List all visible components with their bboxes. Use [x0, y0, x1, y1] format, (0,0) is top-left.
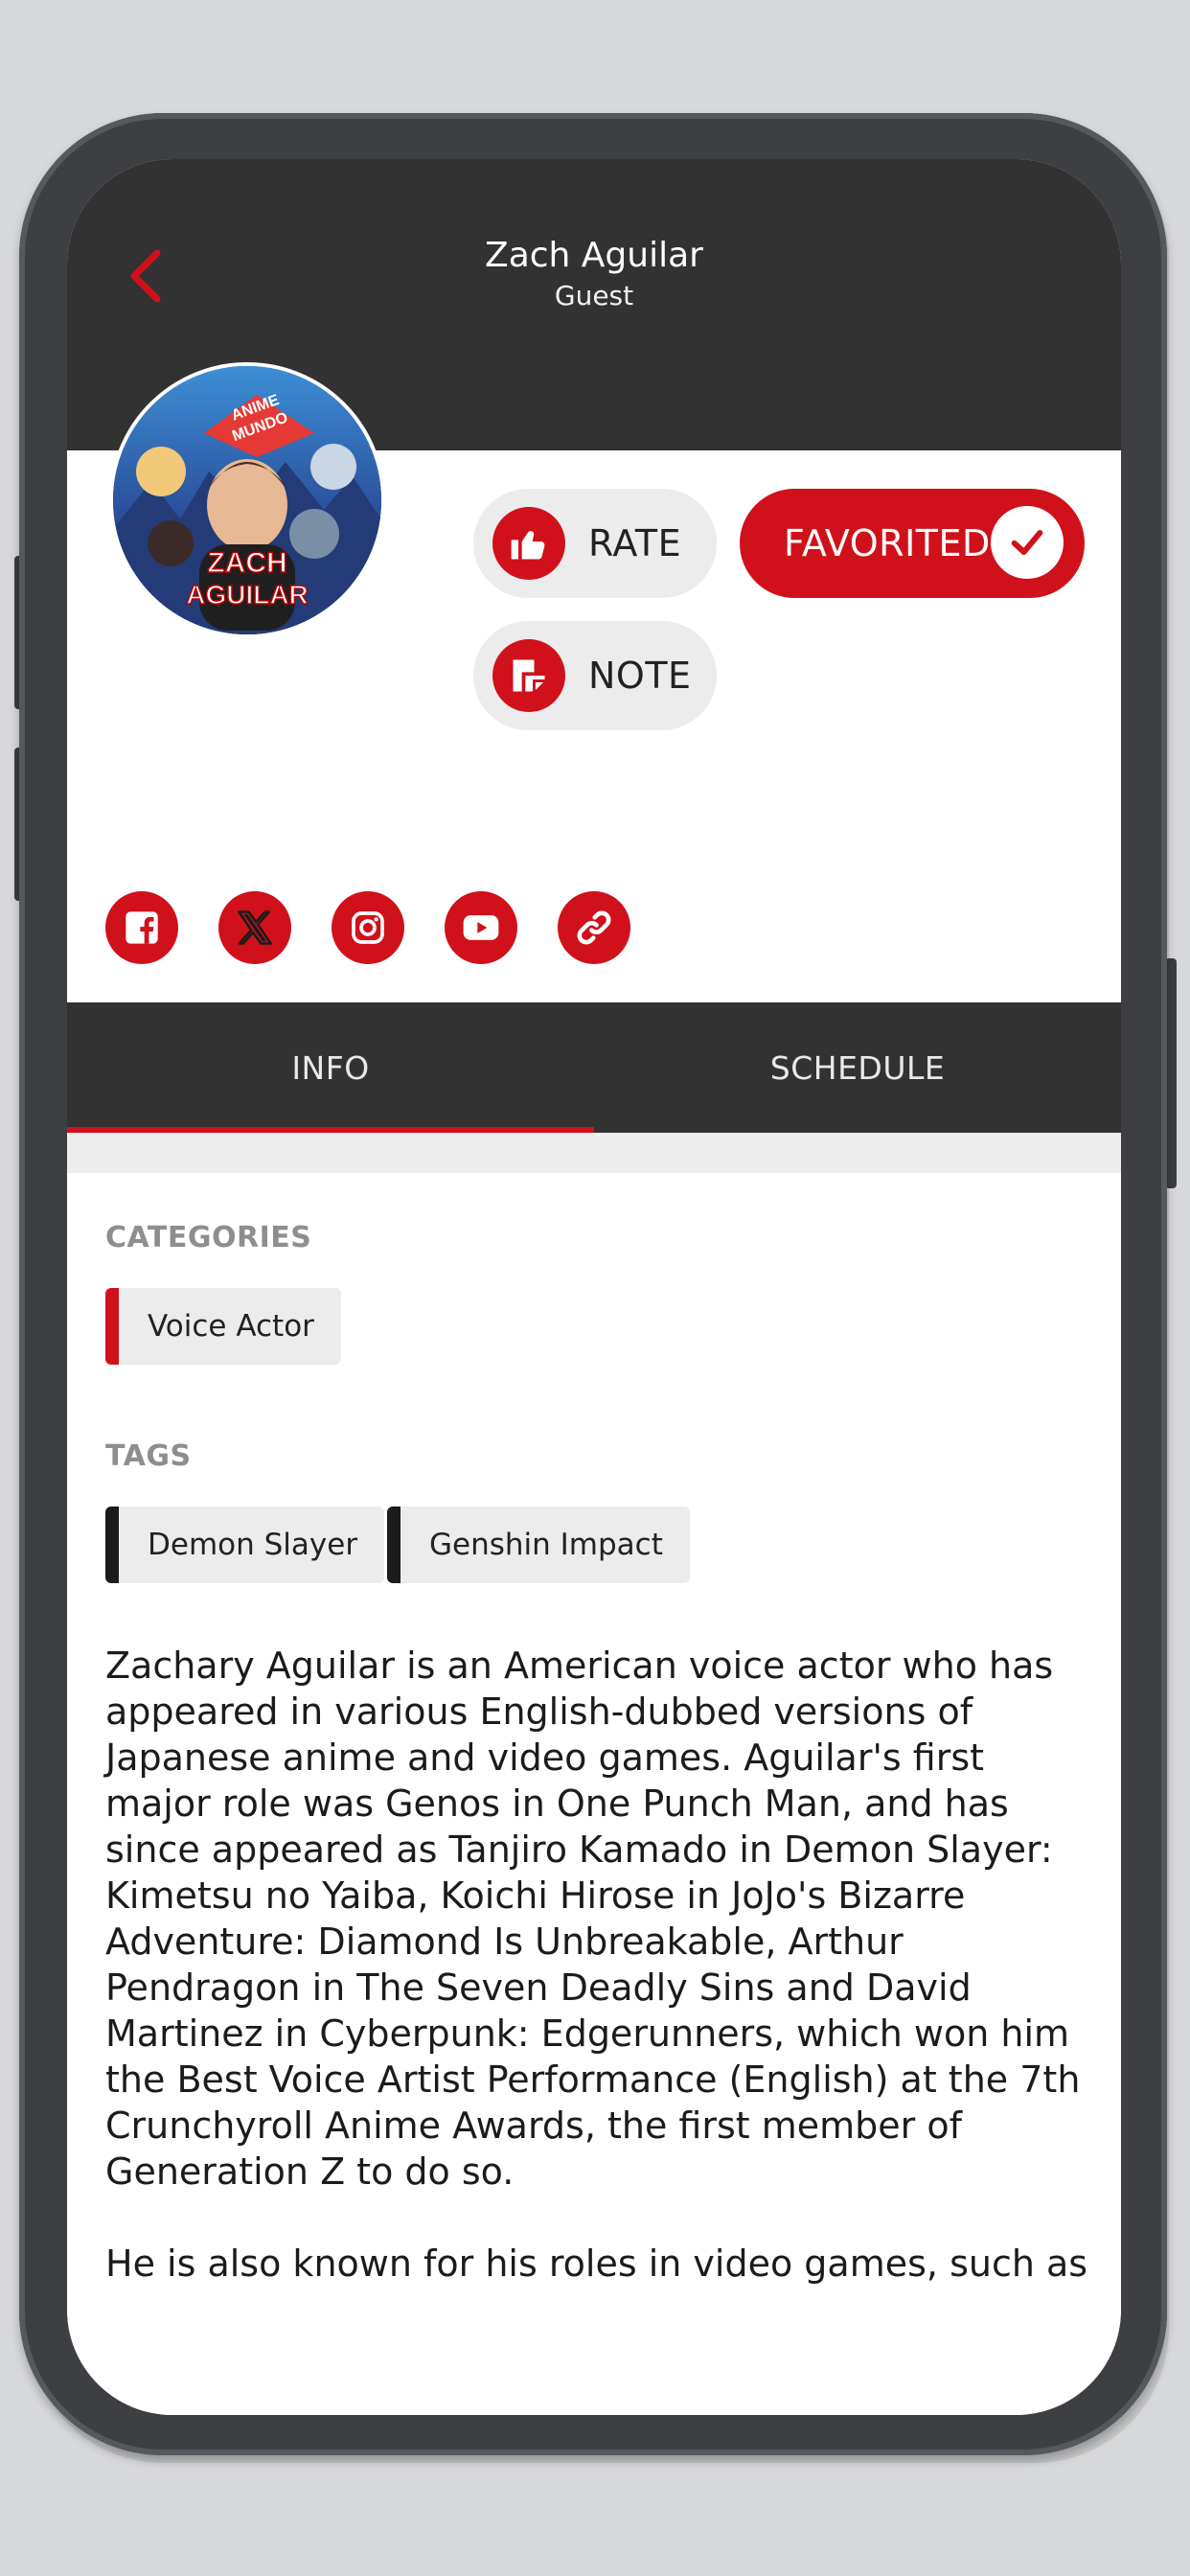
check-icon [991, 506, 1064, 579]
youtube-link[interactable] [445, 891, 517, 964]
category-chip[interactable]: Voice Actor [105, 1288, 341, 1365]
page-subtitle: Guest [554, 280, 634, 311]
facebook-icon [126, 911, 158, 944]
app-screen: Zach Aguilar Guest ZACH AGUILAR ANIME MU… [67, 159, 1121, 2415]
x-icon [238, 910, 272, 945]
tags-heading: TAGS [105, 1439, 192, 1473]
tab-bar: INFO SCHEDULE [67, 1002, 1121, 1133]
tab-divider [67, 1133, 1121, 1173]
thumbs-up-icon [492, 507, 565, 580]
note-button[interactable]: NOTE [473, 621, 717, 730]
favorite-label: FAVORITED [784, 522, 991, 564]
website-link[interactable] [558, 891, 630, 964]
avatar-image: ZACH AGUILAR ANIME MUNDO [113, 366, 381, 634]
tag-chip[interactable]: Demon Slayer [105, 1506, 385, 1583]
avatar-name-line1: ZACH [207, 547, 286, 579]
page-title: Zach Aguilar [485, 236, 703, 275]
avatar-name-line2: AGUILAR [186, 580, 309, 610]
rate-button[interactable]: RATE [473, 489, 717, 598]
instagram-icon [352, 911, 384, 944]
instagram-link[interactable] [332, 891, 404, 964]
tag-chip[interactable]: Genshin Impact [387, 1506, 690, 1583]
x-link[interactable] [218, 891, 291, 964]
note-label: NOTE [588, 655, 692, 697]
bio-paragraph: Zachary Aguilar is an American voice act… [105, 1644, 1081, 2193]
tab-info[interactable]: INFO [67, 1002, 594, 1133]
note-icon [492, 639, 565, 712]
tab-schedule[interactable]: SCHEDULE [594, 1002, 1121, 1133]
categories-heading: CATEGORIES [105, 1221, 312, 1254]
rate-label: RATE [588, 522, 682, 564]
avatar: ZACH AGUILAR ANIME MUNDO [109, 362, 385, 638]
content-bottom-mask [67, 2294, 1121, 2415]
favorite-button[interactable]: FAVORITED [740, 489, 1085, 598]
facebook-link[interactable] [105, 891, 178, 964]
bio-text: Zachary Aguilar is an American voice act… [105, 1643, 1092, 2379]
youtube-icon [463, 915, 499, 940]
link-icon [577, 910, 611, 945]
